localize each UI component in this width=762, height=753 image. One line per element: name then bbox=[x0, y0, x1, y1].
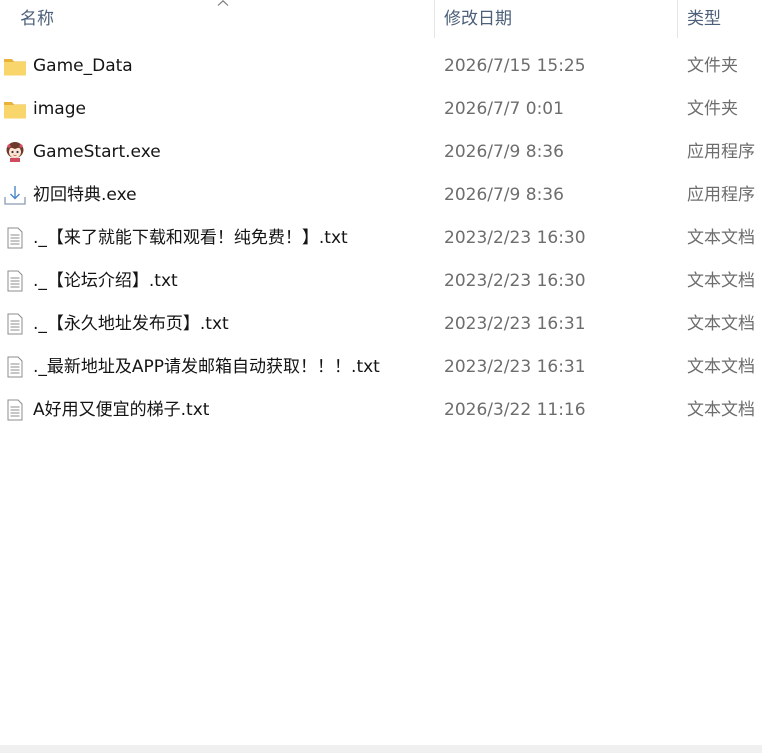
file-type: 文件夹 bbox=[687, 56, 738, 76]
file-type: 文本文档 bbox=[687, 228, 755, 248]
file-row[interactable]: GameStart.exe 2026/7/9 8:36 应用程序 bbox=[0, 131, 762, 174]
file-date: 2023/2/23 16:30 bbox=[444, 271, 586, 291]
file-row[interactable]: 初回特典.exe 2026/7/9 8:36 应用程序 bbox=[0, 174, 762, 217]
text-file-icon bbox=[3, 313, 27, 335]
file-date: 2023/2/23 16:31 bbox=[444, 314, 586, 334]
file-row[interactable]: ._【论坛介绍】.txt 2023/2/23 16:30 文本文档 bbox=[0, 260, 762, 303]
file-name: ._【永久地址发布页】.txt bbox=[33, 314, 229, 334]
file-name: ._最新地址及APP请发邮箱自动获取！！！.txt bbox=[33, 357, 380, 377]
sort-ascending-icon bbox=[217, 0, 229, 6]
file-type: 文本文档 bbox=[687, 400, 755, 420]
file-type: 文本文档 bbox=[687, 271, 755, 291]
column-header: 名称 修改日期 类型 bbox=[0, 0, 762, 38]
character-app-icon bbox=[3, 141, 27, 163]
status-bar bbox=[0, 745, 762, 753]
file-row[interactable]: ._【永久地址发布页】.txt 2023/2/23 16:31 文本文档 bbox=[0, 303, 762, 346]
file-date: 2026/3/22 11:16 bbox=[444, 400, 586, 420]
file-name: A好用又便宜的梯子.txt bbox=[33, 400, 210, 420]
file-name: ._【来了就能下载和观看！纯免费！】.txt bbox=[33, 228, 348, 248]
file-type: 应用程序 bbox=[687, 185, 755, 205]
file-date: 2026/7/7 0:01 bbox=[444, 99, 564, 119]
file-date: 2026/7/9 8:36 bbox=[444, 185, 564, 205]
file-name: ._【论坛介绍】.txt bbox=[33, 271, 178, 291]
folder-icon bbox=[3, 55, 27, 77]
file-row[interactable]: ._最新地址及APP请发邮箱自动获取！！！.txt 2023/2/23 16:3… bbox=[0, 346, 762, 389]
file-name: GameStart.exe bbox=[33, 142, 161, 162]
file-name: 初回特典.exe bbox=[33, 185, 137, 205]
text-file-icon bbox=[3, 227, 27, 249]
installer-icon bbox=[3, 184, 27, 206]
column-header-date-modified[interactable]: 修改日期 bbox=[435, 0, 677, 38]
file-date: 2026/7/15 15:25 bbox=[444, 56, 586, 76]
column-header-type[interactable]: 类型 bbox=[678, 0, 762, 38]
file-type: 文件夹 bbox=[687, 99, 738, 119]
file-date: 2023/2/23 16:31 bbox=[444, 357, 586, 377]
file-name: image bbox=[33, 99, 86, 119]
file-name: Game_Data bbox=[33, 56, 133, 76]
file-row[interactable]: Game_Data 2026/7/15 15:25 文件夹 bbox=[0, 45, 762, 88]
text-file-icon bbox=[3, 399, 27, 421]
text-file-icon bbox=[3, 356, 27, 378]
file-date: 2023/2/23 16:30 bbox=[444, 228, 586, 248]
file-type: 文本文档 bbox=[687, 357, 755, 377]
file-row[interactable]: ._【来了就能下载和观看！纯免费！】.txt 2023/2/23 16:30 文… bbox=[0, 217, 762, 260]
folder-icon bbox=[3, 98, 27, 120]
text-file-icon bbox=[3, 270, 27, 292]
file-row[interactable]: A好用又便宜的梯子.txt 2026/3/22 11:16 文本文档 bbox=[0, 389, 762, 432]
file-date: 2026/7/9 8:36 bbox=[444, 142, 564, 162]
file-type: 文本文档 bbox=[687, 314, 755, 334]
file-list: Game_Data 2026/7/15 15:25 文件夹 image 2026… bbox=[0, 45, 762, 432]
file-type: 应用程序 bbox=[687, 142, 755, 162]
file-row[interactable]: image 2026/7/7 0:01 文件夹 bbox=[0, 88, 762, 131]
